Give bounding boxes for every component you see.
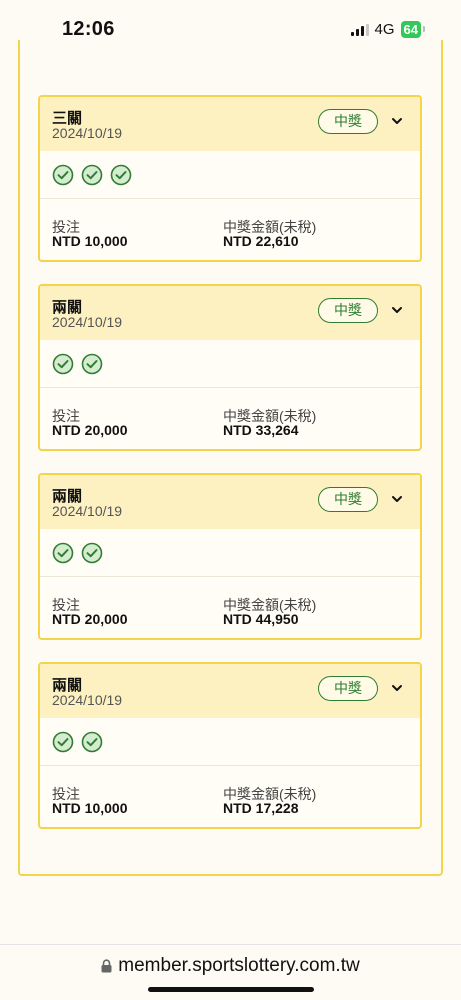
bet-card: 兩關 2024/10/19 中獎 投注 NTD 10,000 中獎金額(未稅) … <box>38 662 422 829</box>
prize-amount-value: NTD 44,950 <box>223 611 299 627</box>
battery-icon: 64 <box>400 21 426 38</box>
bet-date: 2024/10/19 <box>52 692 123 708</box>
chevron-down-icon[interactable] <box>390 114 404 128</box>
bet-date: 2024/10/19 <box>52 314 123 330</box>
battery-level: 64 <box>403 22 418 37</box>
leg-results <box>40 151 420 199</box>
chevron-down-icon[interactable] <box>390 303 404 317</box>
bet-card-header[interactable]: 兩關 2024/10/19 中獎 <box>40 475 420 529</box>
win-badge: 中獎 <box>318 487 378 512</box>
browser-address-bar: member.sportslottery.com.tw <box>0 944 461 1000</box>
lock-icon <box>101 959 112 973</box>
cellular-signal-icon <box>350 23 369 36</box>
bet-amount-value: NTD 20,000 <box>52 611 128 627</box>
bet-date: 2024/10/19 <box>52 125 123 141</box>
network-type: 4G <box>374 21 395 38</box>
bet-card-header[interactable]: 兩關 2024/10/19 中獎 <box>40 664 420 718</box>
bet-amount-value: NTD 10,000 <box>52 233 128 249</box>
win-badge: 中獎 <box>318 109 378 134</box>
prize-amount-value: NTD 17,228 <box>223 800 299 816</box>
win-badge: 中獎 <box>318 298 378 323</box>
status-indicators: 4G 64 <box>350 21 426 38</box>
leg-results <box>40 529 420 577</box>
bet-card-header[interactable]: 三關 2024/10/19 中獎 <box>40 97 420 151</box>
bet-card: 兩關 2024/10/19 中獎 投注 NTD 20,000 中獎金額(未稅) … <box>38 473 422 640</box>
check-circle-icon <box>81 353 103 375</box>
chevron-down-icon[interactable] <box>390 492 404 506</box>
check-circle-icon <box>81 731 103 753</box>
check-circle-icon <box>81 164 103 186</box>
check-circle-icon <box>52 731 74 753</box>
leg-results <box>40 718 420 766</box>
leg-results <box>40 340 420 388</box>
check-circle-icon <box>52 164 74 186</box>
home-indicator[interactable] <box>148 987 314 992</box>
prize-amount-value: NTD 22,610 <box>223 233 299 249</box>
url-text: member.sportslottery.com.tw <box>118 955 360 976</box>
bet-date: 2024/10/19 <box>52 503 123 519</box>
prize-amount-value: NTD 33,264 <box>223 422 299 438</box>
win-badge: 中獎 <box>318 676 378 701</box>
check-circle-icon <box>52 542 74 564</box>
bet-card: 三關 2024/10/19 中獎 投注 NTD 10,000 中獎金額(未稅) … <box>38 95 422 262</box>
chevron-down-icon[interactable] <box>390 681 404 695</box>
status-time: 12:06 <box>62 18 115 40</box>
check-circle-icon <box>110 164 132 186</box>
check-circle-icon <box>52 353 74 375</box>
url-display[interactable]: member.sportslottery.com.tw <box>0 955 461 977</box>
bet-amount-value: NTD 20,000 <box>52 422 128 438</box>
bet-amount-value: NTD 10,000 <box>52 800 128 816</box>
bet-card: 兩關 2024/10/19 中獎 投注 NTD 20,000 中獎金額(未稅) … <box>38 284 422 451</box>
check-circle-icon <box>81 542 103 564</box>
bet-card-header[interactable]: 兩關 2024/10/19 中獎 <box>40 286 420 340</box>
